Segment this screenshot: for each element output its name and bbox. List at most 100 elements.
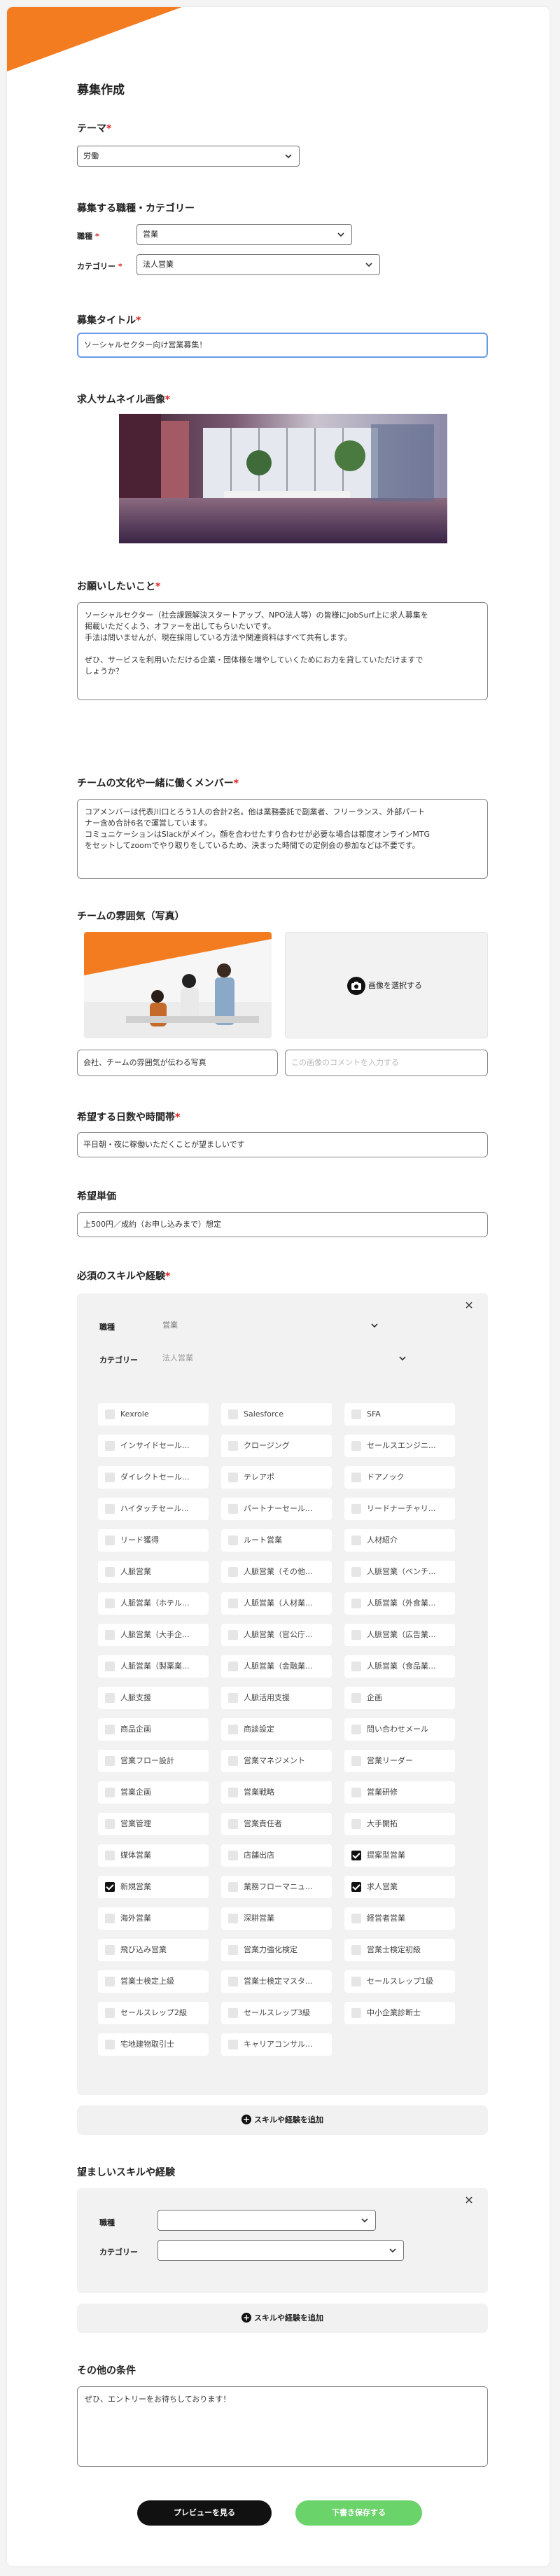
skill-checkbox[interactable]: 営業力強化検定 — [221, 1939, 332, 1961]
skill-checkbox[interactable]: 人脈営業（ベンチ... — [344, 1561, 455, 1583]
category-select[interactable]: 法人営業 — [136, 254, 380, 275]
skill-checkbox[interactable]: 媒体営業 — [98, 1844, 209, 1867]
skill-checkbox[interactable]: 大手開拓 — [344, 1813, 455, 1835]
photo-select-button[interactable]: 画像を選択する — [347, 976, 422, 996]
skill-checkbox[interactable]: 問い合わせメール — [344, 1718, 455, 1741]
team-culture-textarea[interactable]: コアメンバーは代表川口とろう1人の合計2名。他は業務委託で副業者、フリーランス、… — [77, 799, 488, 879]
skill-checkbox[interactable]: リード獲得 — [98, 1529, 209, 1552]
skill-checkbox[interactable]: パートナーセール... — [221, 1498, 332, 1520]
skill-checkbox[interactable]: ダイレクトセール... — [98, 1466, 209, 1489]
skill-checkbox[interactable]: ハイタッチセール... — [98, 1498, 209, 1520]
photo1-caption-input[interactable]: 会社、チームの雰囲気が伝わる写真 — [77, 1050, 278, 1076]
team-photo-1[interactable] — [84, 932, 272, 1038]
skill-checkbox[interactable]: 人脈営業（大手企... — [98, 1624, 209, 1646]
theme-select[interactable]: 労働 — [77, 146, 300, 167]
skill-checkbox[interactable]: 人脈営業（金融業... — [221, 1655, 332, 1678]
skill-checkbox[interactable]: 求人営業 — [344, 1876, 455, 1898]
skill-checkbox[interactable]: Kexrole — [98, 1403, 209, 1426]
skill-checkbox[interactable]: 人脈営業（広告業... — [344, 1624, 455, 1646]
skill-checkbox[interactable]: セールスレップ2級 — [98, 2002, 209, 2024]
checkbox-empty-icon — [105, 2040, 115, 2049]
skill-checkbox[interactable]: 営業士検定マスタ... — [221, 1970, 332, 1993]
skill-checkbox[interactable]: 宅地建物取引士 — [98, 2033, 209, 2056]
skill-checkbox[interactable]: 人脈営業（その他... — [221, 1561, 332, 1583]
skill-checkbox[interactable]: SFA — [344, 1403, 455, 1426]
skill-checkbox[interactable]: 深耕営業 — [221, 1907, 332, 1930]
add-required-skill-button[interactable]: + スキルや経験を追加 — [77, 2105, 488, 2135]
skill-checkbox[interactable]: 人脈営業（ホテル... — [98, 1592, 209, 1615]
skill-checkbox[interactable]: セールスレップ3級 — [221, 2002, 332, 2024]
checkbox-empty-icon — [105, 1945, 115, 1955]
skill-checkbox[interactable]: クロージング — [221, 1435, 332, 1457]
request-textarea[interactable]: ソーシャルセクター（社会課題解決スタートアップ、NPO法人等）の皆様にJobSu… — [77, 602, 488, 700]
work-days-input[interactable]: 平日朝・夜に稼働いただくことが望ましいです — [77, 1132, 488, 1157]
skill-checkbox[interactable]: 店舗出店 — [221, 1844, 332, 1867]
skill-checkbox[interactable]: 商談設定 — [221, 1718, 332, 1741]
skill-checkbox[interactable]: セールスエンジニ... — [344, 1435, 455, 1457]
skill-checkbox[interactable]: 営業士検定上級 — [98, 1970, 209, 1993]
checkbox-empty-icon — [351, 1630, 361, 1640]
photo2-caption-input[interactable]: この画像のコメントを入力する — [285, 1050, 488, 1076]
skill-checkbox[interactable]: 商品企画 — [98, 1718, 209, 1741]
skill-checkbox[interactable]: 人脈支援 — [98, 1687, 209, 1709]
thumbnail-image[interactable] — [119, 414, 447, 543]
checkbox-empty-icon — [351, 1914, 361, 1923]
skill-checkbox[interactable]: Salesforce — [221, 1403, 332, 1426]
skill-checkbox[interactable]: 営業企画 — [98, 1781, 209, 1804]
skill-checkbox[interactable]: キャリアコンサル... — [221, 2033, 332, 2056]
skill-checkbox-label: 営業士検定マスタ... — [244, 1977, 313, 1986]
other-textarea[interactable]: ぜひ、エントリーをお待ちしております！ — [77, 2386, 488, 2467]
skill-checkbox[interactable]: 営業管理 — [98, 1813, 209, 1835]
skill-checkbox[interactable]: 業務フローマニュ... — [221, 1876, 332, 1898]
skill-checkbox[interactable]: 営業責任者 — [221, 1813, 332, 1835]
skill-checkbox[interactable]: 海外営業 — [98, 1907, 209, 1930]
corner-accent — [7, 7, 182, 71]
checkbox-empty-icon — [228, 1914, 238, 1923]
skill-checkbox[interactable]: 中小企業診断士 — [344, 2002, 455, 2024]
checkbox-empty-icon — [105, 1536, 115, 1545]
skill-checkbox[interactable]: 人脈営業（食品業... — [344, 1655, 455, 1678]
skill-checkbox[interactable]: 人脈営業 — [98, 1561, 209, 1583]
skill-checkbox[interactable]: 提案型営業 — [344, 1844, 455, 1867]
skill-checkbox[interactable]: 企画 — [344, 1687, 455, 1709]
skill-checkbox[interactable]: 人脈活用支援 — [221, 1687, 332, 1709]
save-draft-button[interactable]: 下書き保存する — [295, 2500, 422, 2526]
skill-checkbox[interactable]: 新規営業 — [98, 1876, 209, 1898]
skill-checkbox[interactable]: 経営者営業 — [344, 1907, 455, 1930]
skill-checkbox[interactable]: 営業戦略 — [221, 1781, 332, 1804]
skill-checkbox[interactable]: 営業リーダー — [344, 1750, 455, 1772]
skill-checkbox[interactable]: ルート営業 — [221, 1529, 332, 1552]
skill-checkbox[interactable]: 営業研修 — [344, 1781, 455, 1804]
close-icon[interactable] — [464, 1300, 474, 1310]
skill-checkbox[interactable]: ドアノック — [344, 1466, 455, 1489]
pref-category-select[interactable] — [158, 2240, 404, 2261]
preview-button[interactable]: プレビューを見る — [137, 2500, 272, 2526]
skill-checkbox[interactable]: 人脈営業（製薬業... — [98, 1655, 209, 1678]
occupation-value: 営業 — [143, 230, 158, 239]
photo-select-box[interactable]: 画像を選択する — [285, 932, 488, 1038]
skill-checkbox[interactable]: 人脈営業（官公庁... — [221, 1624, 332, 1646]
skill-checkbox[interactable]: 人脈営業（外食業... — [344, 1592, 455, 1615]
skill-checkbox-label: 人脈営業（食品業... — [367, 1662, 436, 1671]
skill-checkbox[interactable]: 営業士検定初級 — [344, 1939, 455, 1961]
skill-checkbox[interactable]: セールスレップ1級 — [344, 1970, 455, 1993]
job-title-input[interactable]: ソーシャルセクター向け営業募集！ — [77, 333, 488, 358]
add-preferred-skill-button[interactable]: + スキルや経験を追加 — [77, 2304, 488, 2333]
skill-checkbox[interactable]: 営業マネジメント — [221, 1750, 332, 1772]
close-icon[interactable] — [464, 2195, 474, 2205]
checkbox-empty-icon — [228, 1945, 238, 1955]
req-category-select[interactable]: 法人営業 — [162, 1349, 407, 1368]
skill-checkbox[interactable]: テレアポ — [221, 1466, 332, 1489]
req-occupation-select[interactable]: 営業 — [162, 1316, 379, 1335]
skill-checkbox[interactable]: インサイドセール... — [98, 1435, 209, 1457]
camera-icon — [347, 977, 365, 995]
occupation-select[interactable]: 営業 — [136, 224, 352, 245]
pref-occupation-select[interactable] — [158, 2210, 376, 2231]
skill-checkbox[interactable]: 人材紹介 — [344, 1529, 455, 1552]
skill-checkbox[interactable]: リードナーチャリ... — [344, 1498, 455, 1520]
skill-checkbox[interactable]: 飛び込み営業 — [98, 1939, 209, 1961]
unit-price-input[interactable]: 上500円／成約（お申し込みまで）想定 — [77, 1212, 488, 1237]
checkbox-empty-icon — [228, 1409, 238, 1419]
skill-checkbox[interactable]: 人脈営業（人材業... — [221, 1592, 332, 1615]
skill-checkbox[interactable]: 営業フロー設計 — [98, 1750, 209, 1772]
